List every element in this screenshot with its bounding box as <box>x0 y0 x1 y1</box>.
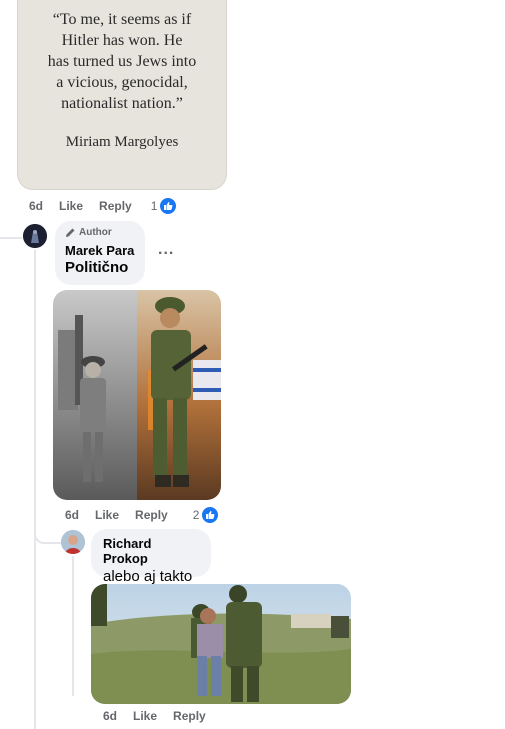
reply-connector <box>34 522 62 544</box>
quote-line: “To me, it seems as if <box>52 11 192 28</box>
commenter-name[interactable]: Richard Prokop <box>103 536 199 566</box>
pencil-icon <box>66 228 75 237</box>
reply-button[interactable]: Reply <box>173 709 206 723</box>
quote-image[interactable]: “To me, it seems as if Hitler has won. H… <box>17 0 227 190</box>
reply-thread-line <box>72 556 74 696</box>
comment-bubble: Richard Prokop alebo aj takto <box>91 529 211 585</box>
author-badge-label: Author <box>79 227 112 238</box>
quote-line: Hitler has won. He <box>61 32 183 49</box>
reply-button[interactable]: Reply <box>99 199 132 213</box>
quote-line: nationalist nation.” <box>61 95 183 112</box>
comment-actions: 6d Like Reply 1 <box>29 197 178 215</box>
quote-author: Miriam Margolyes <box>65 134 179 150</box>
commenter-name[interactable]: Marek Para <box>65 243 135 258</box>
thumbs-up-icon <box>159 197 178 215</box>
thread-connector <box>0 225 22 239</box>
author-badge: Author <box>65 227 135 238</box>
thumbs-up-icon <box>201 506 220 524</box>
timestamp[interactable]: 6d <box>29 199 43 213</box>
like-button[interactable]: Like <box>133 709 157 723</box>
timestamp[interactable]: 6d <box>65 508 79 522</box>
comment-image[interactable] <box>53 290 221 500</box>
thread-line <box>34 250 36 729</box>
comment-actions: 6d Like Reply <box>103 709 206 723</box>
quote-text: “To me, it seems as if Hitler has won. H… <box>18 9 226 114</box>
comment-text: Politično <box>65 259 129 276</box>
timestamp[interactable]: 6d <box>103 709 117 723</box>
reply-button[interactable]: Reply <box>135 508 168 522</box>
like-button[interactable]: Like <box>59 199 83 213</box>
comment-actions: 6d Like Reply 2 <box>65 506 220 524</box>
quote-line: a vicious, genocidal, <box>56 74 188 91</box>
reaction-count[interactable]: 1 <box>151 199 158 213</box>
quote-line: has turned us Jews into <box>47 53 197 70</box>
avatar[interactable] <box>23 224 47 248</box>
avatar[interactable] <box>61 530 85 554</box>
like-button[interactable]: Like <box>95 508 119 522</box>
reaction-count[interactable]: 2 <box>193 508 200 522</box>
comment-image[interactable] <box>91 584 351 704</box>
more-options-button[interactable]: ... <box>158 241 174 259</box>
comment-bubble: Author Marek Para Politično <box>55 221 145 285</box>
comment-text: alebo aj takto <box>103 568 193 585</box>
